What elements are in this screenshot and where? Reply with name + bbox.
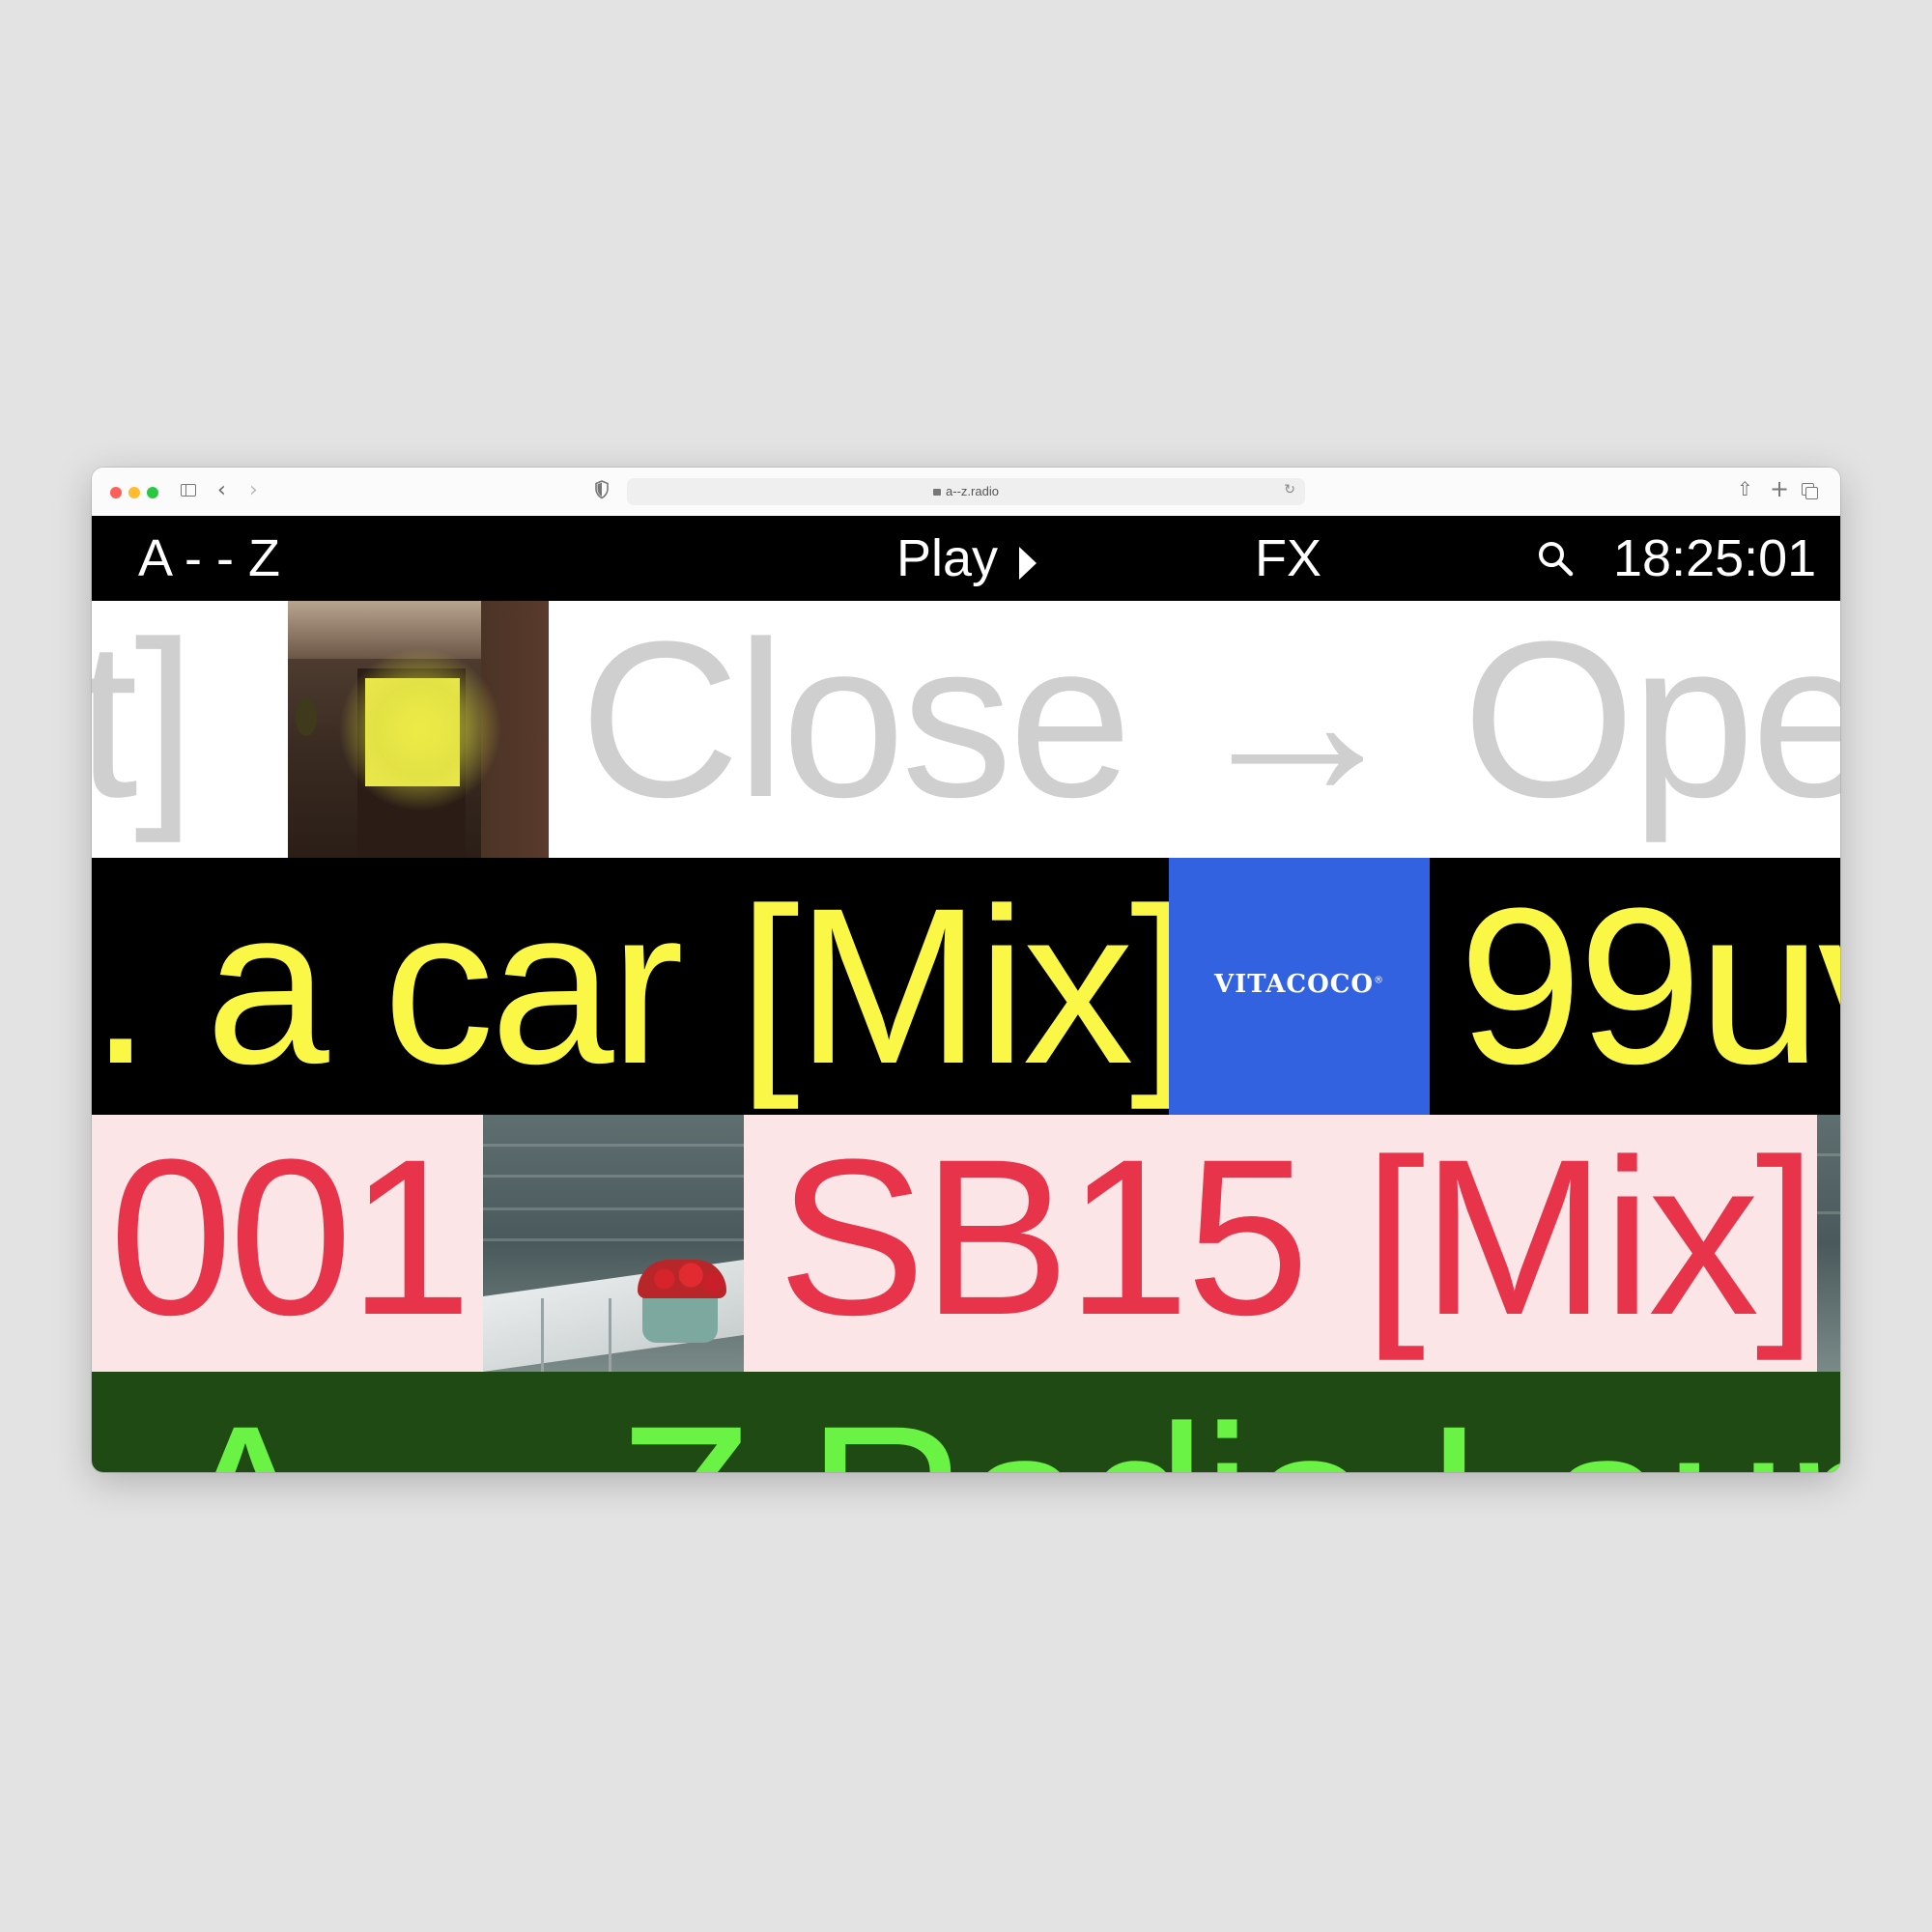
show-row-close-open[interactable]: t] Close → Open: [92, 601, 1840, 858]
browser-window: ‹ › a--z.radio ↻ ⇧ + A - - Z Play FX 18:…: [92, 468, 1840, 1472]
play-button[interactable]: Play: [896, 529, 1037, 587]
water-photo-next[interactable]: [1817, 1115, 1840, 1372]
shield-icon[interactable]: [594, 480, 610, 499]
row-text-fragment[interactable]: 001: [109, 1115, 472, 1366]
sidebar-icon[interactable]: [181, 484, 196, 497]
forward-icon[interactable]: ›: [249, 478, 258, 502]
play-label: Play: [896, 529, 999, 587]
close-window-button[interactable]: [110, 487, 122, 498]
room-photo[interactable]: [288, 601, 549, 858]
browser-toolbar: ‹ › a--z.radio ↻ ⇧ +: [92, 468, 1840, 517]
show-row-radio-launch[interactable]: A - - Z Radio Launc: [92, 1372, 1840, 1472]
row-title[interactable]: Close → Open: [580, 601, 1840, 848]
fx-button[interactable]: FX: [1255, 529, 1321, 587]
show-row-car-mix[interactable]: . a car [Mix] VITACOCO® 99uv: [92, 858, 1840, 1115]
row-title-edge: .: [92, 862, 152, 1110]
search-icon[interactable]: [1536, 539, 1575, 578]
tabs-overview-icon[interactable]: [1802, 483, 1818, 499]
back-icon[interactable]: ‹: [217, 478, 226, 502]
share-icon[interactable]: ⇧: [1737, 477, 1753, 500]
water-photo[interactable]: [483, 1115, 744, 1372]
site-header: A - - Z Play FX 18:25:01: [92, 516, 1840, 601]
reload-icon[interactable]: ↻: [1284, 482, 1295, 497]
fullscreen-window-button[interactable]: [147, 487, 158, 498]
row-title-text: a car [Mix]: [205, 862, 1192, 1110]
row-text-fragment[interactable]: t]: [92, 601, 196, 848]
vitacoco-logo-text: VITACOCO: [1213, 970, 1375, 999]
sponsor-logo-tile[interactable]: VITACOCO®: [1169, 858, 1430, 1115]
new-tab-icon[interactable]: +: [1770, 475, 1789, 502]
url-label: a--z.radio: [946, 484, 999, 498]
address-bar[interactable]: a--z.radio ↻: [627, 478, 1305, 505]
address-bar-text: a--z.radio: [627, 484, 1305, 498]
row-title[interactable]: . a car [Mix]: [92, 858, 1192, 1115]
minimize-window-button[interactable]: [128, 487, 140, 498]
row-title[interactable]: A - - Z Radio Launc: [171, 1376, 1840, 1472]
site-logo[interactable]: A - - Z: [138, 529, 280, 587]
vitacoco-logo: VITACOCO®: [1213, 970, 1385, 999]
row-title[interactable]: SB15 [Mix]: [778, 1115, 1817, 1366]
play-icon: [1019, 547, 1037, 580]
lock-icon: [933, 489, 942, 496]
row-title-next[interactable]: 99uv: [1459, 858, 1840, 1115]
show-row-sb15-mix[interactable]: 001 SB15 [Mix]: [92, 1115, 1840, 1372]
clock: 18:25:01: [1613, 529, 1817, 587]
